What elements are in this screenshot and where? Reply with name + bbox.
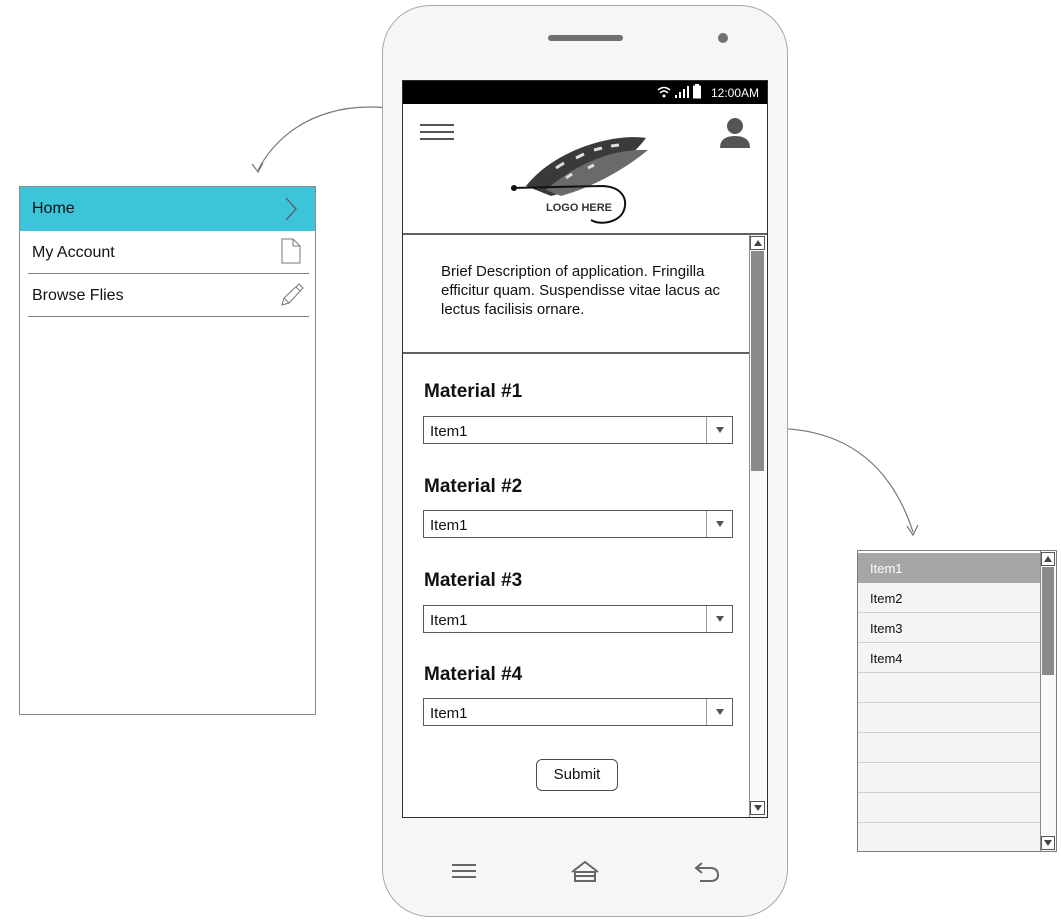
side-menu-panel: Home My Account Browse Flies bbox=[19, 186, 316, 715]
scroll-down-icon[interactable] bbox=[750, 801, 765, 815]
menu-item-label: Browse Flies bbox=[32, 287, 124, 304]
material-2-select[interactable]: Item1 bbox=[423, 510, 733, 538]
pencil-icon bbox=[281, 283, 304, 306]
list-item[interactable] bbox=[858, 673, 1040, 703]
chevron-down-icon[interactable] bbox=[706, 606, 732, 632]
logo-text: LOGO HERE bbox=[546, 202, 613, 214]
hamburger-icon[interactable] bbox=[420, 124, 456, 142]
menu-item-my-account[interactable]: My Account bbox=[28, 231, 309, 274]
battery-icon bbox=[693, 84, 701, 99]
material-4-title: Material #4 bbox=[424, 664, 523, 685]
list-item[interactable] bbox=[858, 703, 1040, 733]
camera-icon bbox=[718, 33, 728, 43]
status-time: 12:00AM bbox=[710, 86, 759, 100]
list-item-label: Item3 bbox=[870, 621, 903, 636]
scroll-up-icon[interactable] bbox=[750, 236, 765, 250]
header-divider bbox=[403, 233, 767, 235]
material-3-select[interactable]: Item1 bbox=[423, 605, 733, 633]
signal-icon bbox=[675, 86, 689, 98]
select-value: Item1 bbox=[430, 705, 468, 722]
submit-button[interactable]: Submit bbox=[536, 759, 618, 791]
document-icon bbox=[281, 238, 301, 264]
menu-item-label: My Account bbox=[32, 244, 115, 261]
list-item[interactable]: Item4 bbox=[858, 643, 1040, 673]
back-icon[interactable] bbox=[694, 861, 720, 883]
material-1-select[interactable]: Item1 bbox=[423, 416, 733, 444]
scroll-down-icon[interactable] bbox=[1041, 836, 1055, 850]
list-item[interactable]: Item1 bbox=[858, 553, 1040, 583]
list-item-label: Item4 bbox=[870, 651, 903, 666]
material-3-title: Material #3 bbox=[424, 570, 523, 591]
menu-item-home[interactable]: Home bbox=[20, 187, 315, 231]
chevron-down-icon[interactable] bbox=[706, 511, 732, 537]
select-value: Item1 bbox=[430, 423, 468, 440]
chevron-right-icon bbox=[285, 197, 297, 221]
material-4-select[interactable]: Item1 bbox=[423, 698, 733, 726]
scroll-thumb[interactable] bbox=[751, 251, 764, 471]
scroll-up-icon[interactable] bbox=[1041, 552, 1055, 566]
menu-icon[interactable] bbox=[452, 864, 476, 878]
user-icon[interactable] bbox=[719, 117, 751, 149]
list-item[interactable] bbox=[858, 823, 1040, 851]
list-item-label: Item1 bbox=[870, 561, 903, 576]
menu-item-label: Home bbox=[32, 200, 75, 217]
material-1-title: Material #1 bbox=[424, 381, 523, 402]
list-item-label: Item2 bbox=[870, 591, 903, 606]
list-item[interactable] bbox=[858, 763, 1040, 793]
home-icon[interactable] bbox=[569, 860, 601, 884]
scroll-thumb[interactable] bbox=[1042, 567, 1054, 675]
menu-item-browse-flies[interactable]: Browse Flies bbox=[28, 274, 309, 317]
select-value: Item1 bbox=[430, 612, 468, 629]
app-description: Brief Description of application. Fringi… bbox=[441, 263, 721, 318]
chevron-down-icon[interactable] bbox=[706, 417, 732, 443]
status-bar: 12:00AM bbox=[403, 81, 767, 104]
list-item[interactable]: Item2 bbox=[858, 583, 1040, 613]
wifi-icon bbox=[657, 86, 671, 98]
speaker-icon bbox=[548, 35, 623, 41]
description-divider bbox=[403, 352, 749, 354]
select-value: Item1 bbox=[430, 517, 468, 534]
list-item[interactable]: Item3 bbox=[858, 613, 1040, 643]
list-item[interactable] bbox=[858, 733, 1040, 763]
chevron-down-icon[interactable] bbox=[706, 699, 732, 725]
material-2-title: Material #2 bbox=[424, 476, 523, 497]
list-item[interactable] bbox=[858, 793, 1040, 823]
